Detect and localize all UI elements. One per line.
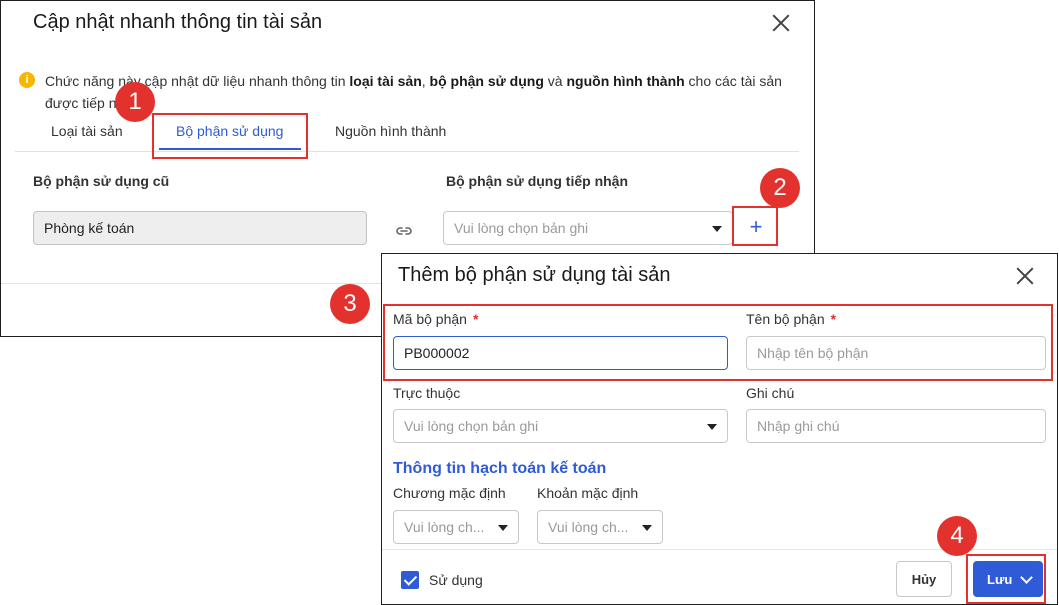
code-label: Mã bộ phận * — [393, 311, 479, 327]
info-text: Chức năng này cập nhật dữ liệu nhanh thô… — [45, 73, 782, 111]
chevron-down-icon — [707, 424, 717, 430]
close-icon[interactable] — [1013, 264, 1037, 288]
parent-label: Trực thuộc — [393, 385, 461, 401]
cancel-button[interactable]: Hủy — [896, 561, 952, 597]
chevron-down-icon — [712, 226, 722, 232]
tab-source[interactable]: Nguồn hình thành — [335, 123, 446, 139]
in-use-checkbox[interactable] — [401, 571, 419, 589]
add-department-button[interactable]: + — [737, 211, 775, 245]
save-button[interactable]: Lưu — [973, 561, 1043, 597]
default-item-select[interactable]: Vui lòng ch... — [537, 510, 663, 544]
info-icon: i — [19, 72, 35, 88]
parent-select[interactable]: Vui lòng chọn bản ghi — [393, 409, 728, 443]
dialog-title: Cập nhật nhanh thông tin tài sản — [33, 11, 323, 33]
link-icon — [396, 227, 412, 235]
default-item-label: Khoản mặc định — [537, 485, 639, 501]
in-use-label: Sử dụng — [429, 572, 483, 588]
code-input[interactable]: PB000002 — [393, 336, 728, 370]
active-tab-indicator — [159, 148, 301, 150]
chevron-down-icon — [498, 525, 508, 531]
step-badge-3: 3 — [330, 284, 370, 324]
tab-asset-type[interactable]: Loại tài sản — [51, 123, 123, 139]
dialog-title: Thêm bộ phận sử dụng tài sản — [398, 264, 671, 286]
name-label: Tên bộ phận * — [746, 311, 837, 327]
chevron-down-icon[interactable] — [1020, 571, 1033, 584]
old-department-label: Bộ phận sử dụng cũ — [33, 173, 170, 189]
step-badge-2: 2 — [760, 168, 800, 208]
default-channel-select[interactable]: Vui lòng ch... — [393, 510, 519, 544]
default-channel-label: Chương mặc định — [393, 485, 506, 501]
new-department-label: Bộ phận sử dụng tiếp nhận — [446, 173, 629, 189]
name-input[interactable]: Nhập tên bộ phận — [746, 336, 1046, 370]
note-label: Ghi chú — [746, 385, 795, 401]
tab-department[interactable]: Bộ phận sử dụng — [176, 123, 283, 139]
chevron-down-icon — [642, 525, 652, 531]
note-input[interactable]: Nhập ghi chú — [746, 409, 1046, 443]
save-button-label: Lưu — [987, 571, 1013, 587]
accounting-section-title: Thông tin hạch toán kế toán — [393, 460, 607, 477]
new-department-select[interactable]: Vui lòng chọn bản ghi — [443, 211, 733, 245]
step-badge-1: 1 — [115, 82, 155, 122]
old-department-field: Phòng kế toán — [33, 211, 367, 245]
close-icon[interactable] — [769, 11, 793, 35]
divider — [15, 151, 799, 152]
step-badge-4: 4 — [937, 516, 977, 556]
